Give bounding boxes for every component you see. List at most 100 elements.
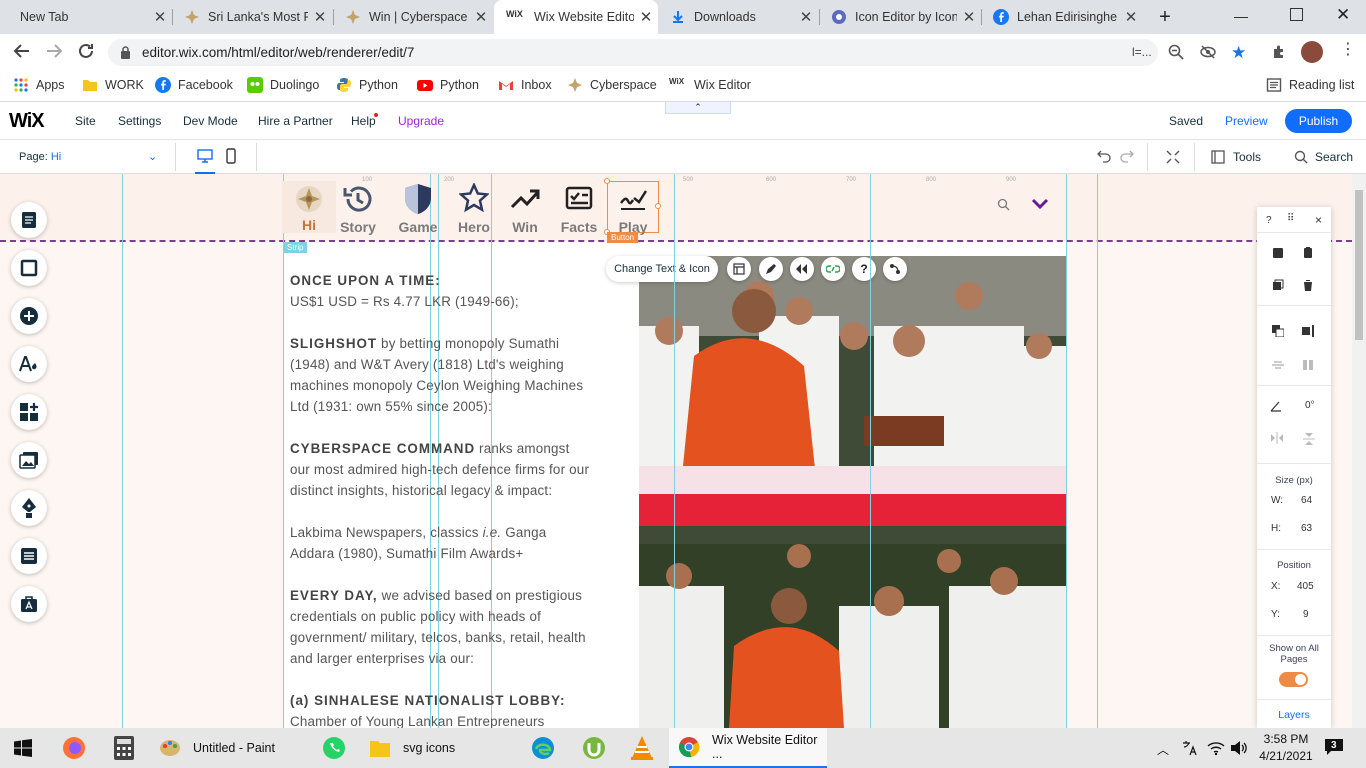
connect-icon[interactable] (883, 257, 907, 281)
tab-icon-editor[interactable]: Icon Editor by Icon ✕ (819, 0, 981, 34)
publish-button[interactable]: Publish (1285, 109, 1352, 133)
height-value[interactable]: 63 (1301, 523, 1312, 534)
width-value[interactable]: 64 (1301, 495, 1312, 506)
close-icon[interactable]: ✕ (794, 8, 818, 26)
language-icon[interactable] (1181, 740, 1197, 756)
bookmark-cyberspace[interactable]: Cyberspace (567, 76, 657, 94)
eye-off-icon[interactable] (1200, 44, 1216, 60)
editor-canvas[interactable]: 100 200 500 600 700 800 900 Strip Button… (0, 174, 1352, 728)
restore-button[interactable] (1290, 8, 1303, 21)
background-button[interactable] (11, 250, 47, 286)
nav-item-game[interactable]: Game (391, 183, 445, 235)
chevron-down-icon[interactable]: ⌄ (148, 150, 157, 163)
bookmark-inbox[interactable]: Inbox (498, 76, 552, 94)
bookmark-python-2[interactable]: Python (417, 76, 479, 94)
add-elements-button[interactable] (11, 298, 47, 334)
menu-settings[interactable]: Settings (118, 114, 161, 128)
tab-win-cyberspace[interactable]: Win | Cyberspace C ✕ (333, 0, 493, 34)
edge-icon[interactable] (531, 736, 555, 760)
forward-icon[interactable] (45, 42, 63, 60)
panel-close-button[interactable]: × (1315, 213, 1322, 227)
close-icon[interactable]: ✕ (148, 8, 172, 26)
search-icon[interactable] (1294, 150, 1308, 164)
blog-button[interactable] (11, 490, 47, 526)
menu-site[interactable]: Site (75, 114, 96, 128)
whatsapp-icon[interactable] (322, 736, 346, 760)
clock-date[interactable]: 4/21/2021 (1255, 749, 1317, 763)
calculator-icon[interactable] (114, 736, 134, 760)
nav-item-facts[interactable]: Facts (552, 183, 606, 235)
extensions-icon[interactable] (1271, 43, 1288, 60)
mobile-view-icon[interactable] (226, 148, 236, 164)
nav-item-hi[interactable]: Hi (282, 181, 336, 233)
panel-help-button[interactable]: ? (1266, 215, 1272, 226)
chevron-down-icon[interactable] (1031, 198, 1049, 210)
tools-icon[interactable] (1211, 150, 1225, 164)
wix-logo[interactable]: WiX (9, 110, 45, 133)
event-photo[interactable] (639, 256, 1066, 728)
help-icon[interactable]: ? (852, 257, 876, 281)
article-text[interactable]: ONCE UPON A TIME: US$1 USD = Rs 4.77 LKR … (290, 270, 590, 753)
drag-handle-icon[interactable]: ⠿ (1287, 213, 1295, 224)
avatar[interactable] (1301, 41, 1323, 63)
paste-icon[interactable] (1302, 247, 1314, 259)
scrollbar-thumb[interactable] (1355, 190, 1363, 340)
design-pen-icon[interactable] (759, 257, 783, 281)
animation-icon[interactable] (790, 257, 814, 281)
tab-sri-lanka[interactable]: Sri Lanka's Most P ✕ (172, 0, 332, 34)
zoom-icon[interactable] (1168, 44, 1184, 60)
nav-item-hero[interactable]: Hero (447, 183, 501, 235)
match-size-icon[interactable] (1302, 359, 1314, 371)
bookmark-duolingo[interactable]: Duolingo (247, 76, 319, 94)
address-bar[interactable]: editor.wix.com/html/editor/web/renderer/… (108, 39, 1158, 66)
clock-time[interactable]: 3:58 PM (1258, 732, 1314, 746)
volume-icon[interactable] (1230, 740, 1248, 756)
change-text-icon-button[interactable]: Change Text & Icon (606, 256, 718, 282)
close-window-button[interactable]: ✕ (1336, 5, 1350, 25)
taskbar-svg-icons[interactable]: svg icons (360, 728, 520, 768)
reading-list-button[interactable]: Reading list (1266, 76, 1354, 94)
redo-icon[interactable] (1120, 149, 1134, 163)
copy-icon[interactable] (1272, 247, 1284, 259)
align-icon[interactable] (1302, 325, 1314, 337)
show-on-all-pages-toggle[interactable] (1279, 672, 1308, 687)
new-tab-button[interactable]: + (1153, 6, 1177, 28)
tab-new-tab[interactable]: New Tab ✕ (8, 0, 172, 34)
page-selector[interactable]: Page: Hi (19, 151, 61, 163)
firefox-icon[interactable] (62, 736, 86, 760)
page-scrollbar[interactable] (1352, 174, 1366, 728)
close-icon[interactable]: ✕ (469, 8, 493, 26)
nav-item-story[interactable]: Story (331, 183, 385, 235)
minimize-button[interactable]: — (1234, 8, 1248, 24)
more-menu-icon[interactable]: ⋮ (1340, 42, 1356, 58)
duplicate-icon[interactable] (1272, 279, 1284, 291)
menu-dev-mode[interactable]: Dev Mode (183, 114, 238, 128)
cms-button[interactable] (11, 538, 47, 574)
theme-manager-button[interactable] (11, 346, 47, 382)
tab-lehan[interactable]: Lehan Edirisinghe ✕ (981, 0, 1143, 34)
close-icon[interactable]: ✕ (957, 8, 981, 26)
flip-vertical-icon[interactable] (1303, 432, 1315, 446)
bookmark-apps[interactable]: Apps (13, 76, 65, 94)
tab-downloads[interactable]: Downloads ✕ (658, 0, 818, 34)
menu-help[interactable]: Help (351, 114, 376, 128)
tray-expand-icon[interactable]: ︿ (1157, 741, 1169, 758)
close-icon[interactable]: ✕ (1119, 8, 1143, 26)
reload-icon[interactable] (77, 42, 95, 60)
layers-button[interactable]: Layers (1257, 709, 1331, 721)
close-icon[interactable]: ✕ (634, 8, 658, 26)
zoom-out-icon[interactable] (1166, 150, 1180, 164)
search-button[interactable]: Search (1315, 150, 1353, 164)
site-search-icon[interactable] (997, 198, 1010, 211)
back-icon[interactable] (13, 42, 31, 60)
flip-horizontal-icon[interactable] (1270, 432, 1284, 444)
windows-start-icon[interactable] (14, 739, 32, 757)
bookmark-python-1[interactable]: Python (336, 76, 398, 94)
distribute-icon[interactable] (1272, 359, 1284, 371)
menu-hire-partner[interactable]: Hire a Partner (258, 114, 333, 128)
rotate-icon[interactable] (1270, 400, 1282, 412)
link-icon[interactable] (821, 257, 845, 281)
taskbar-chrome[interactable]: Wix Website Editor ... (669, 728, 827, 768)
nav-item-play[interactable]: Play (606, 183, 660, 235)
bring-forward-icon[interactable] (1272, 325, 1284, 337)
